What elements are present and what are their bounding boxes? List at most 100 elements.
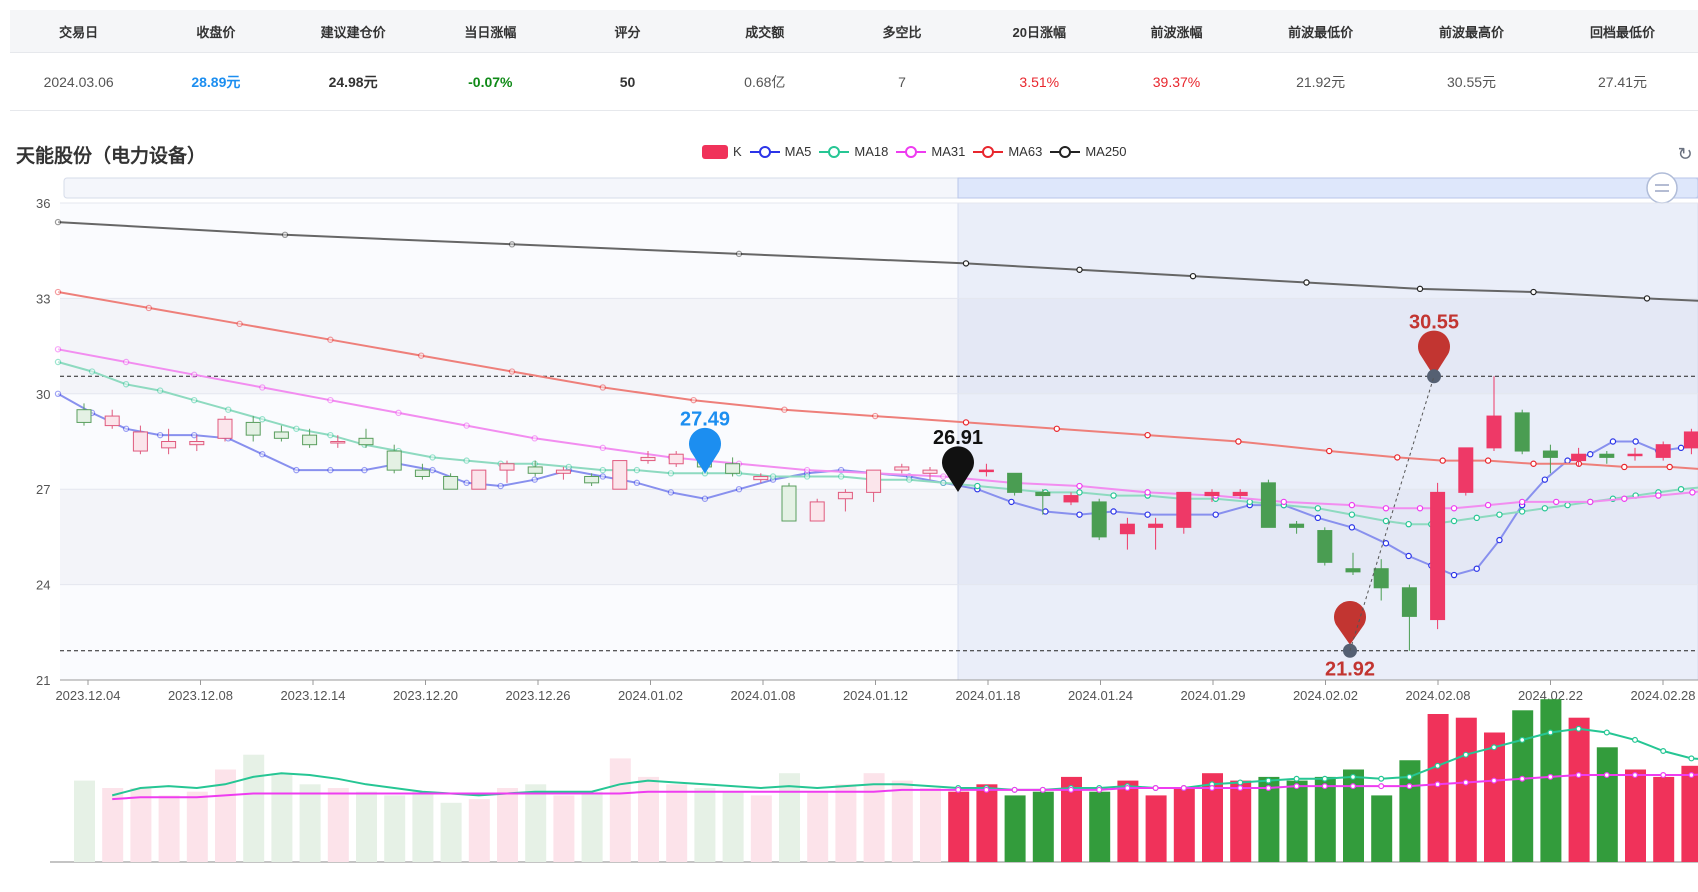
ma-point — [54, 288, 62, 296]
volume-bar — [1596, 747, 1618, 862]
ma-point — [1212, 511, 1219, 518]
ma-point — [236, 320, 243, 328]
ma-point — [145, 304, 152, 312]
ma-point — [1473, 565, 1480, 572]
ma-point — [1666, 463, 1673, 471]
ma-point — [1439, 457, 1446, 464]
candle-body — [527, 466, 543, 474]
ma-point — [701, 495, 709, 502]
ma-point — [1564, 501, 1571, 509]
price-marker-label: 30.55 — [1409, 311, 1459, 333]
candle-body — [725, 463, 741, 474]
volume-ma-point — [1519, 775, 1526, 782]
volume-bar — [384, 795, 406, 862]
ma-point — [1348, 524, 1356, 531]
volume-ma-point — [1208, 784, 1215, 791]
candle-body — [132, 431, 148, 452]
ma-point — [1042, 508, 1049, 515]
ma-point — [259, 416, 266, 423]
volume-bar — [1032, 791, 1054, 862]
candle-body — [330, 441, 346, 444]
candle-body — [1571, 453, 1587, 462]
volume-ma-point — [1349, 783, 1356, 790]
volume-ma-point — [1490, 777, 1497, 784]
volume-bar — [1089, 791, 1111, 862]
volume-ma-point — [1237, 784, 1244, 791]
ma-point — [508, 241, 516, 248]
zoom-slider-window — [957, 177, 1698, 199]
volume-bar — [1484, 732, 1505, 862]
ma-point — [1280, 498, 1288, 506]
volume-ma-point — [1011, 786, 1018, 793]
ma-point — [565, 463, 572, 471]
ma-point — [1689, 489, 1696, 496]
candle-body — [1204, 491, 1220, 497]
ma-point — [1076, 489, 1083, 496]
ma-point — [1632, 438, 1639, 445]
y-tick-label: 21 — [36, 673, 50, 688]
candle-body — [1260, 482, 1276, 528]
candle-body — [640, 456, 656, 462]
ma-point — [327, 466, 334, 474]
volume-bar — [412, 791, 434, 862]
candle-body — [358, 437, 374, 446]
ma-point — [1144, 431, 1151, 439]
ma-point — [1541, 505, 1549, 512]
candle-body — [161, 441, 177, 449]
ma-point — [293, 466, 300, 474]
ma-point — [1348, 511, 1356, 518]
candle-body — [104, 415, 120, 427]
x-tick-label: 2024.01.02 — [618, 688, 683, 703]
ma-point — [1076, 482, 1083, 490]
ma-point — [1314, 514, 1322, 522]
volume-bar — [1117, 780, 1139, 862]
x-tick-label: 2023.12.26 — [505, 688, 570, 703]
volume-bar — [722, 791, 744, 862]
candle-body — [443, 475, 459, 490]
candle-body — [273, 431, 289, 439]
volume-bar — [1173, 788, 1195, 862]
candle-body — [1486, 415, 1502, 449]
ma-point — [1677, 444, 1685, 452]
volume-ma-point — [1519, 736, 1526, 743]
candle-body — [499, 463, 515, 471]
ma-point — [1518, 508, 1526, 515]
ma-point — [1110, 508, 1117, 515]
x-tick-label: 2023.12.20 — [393, 688, 458, 703]
volume-ma-point — [1237, 779, 1244, 786]
candle-body — [894, 466, 910, 471]
volume-bar — [1653, 776, 1675, 862]
volume-bar — [440, 802, 462, 862]
volume-ma-point — [1462, 751, 1469, 758]
ma-point — [156, 387, 164, 394]
candle-body — [302, 434, 318, 446]
candle-body — [1289, 523, 1305, 528]
candle-body — [1599, 453, 1615, 458]
ma-point — [962, 260, 970, 267]
ma-point — [327, 336, 334, 343]
volume-ma-point — [1575, 725, 1582, 732]
price-marker-label: 26.91 — [933, 427, 983, 449]
candle-body — [76, 409, 92, 423]
ma-point — [1382, 517, 1390, 525]
ma-point — [1484, 501, 1492, 509]
ma-point — [837, 473, 845, 480]
ma-point — [54, 346, 62, 353]
volume-bar — [694, 788, 716, 862]
volume-ma-point — [1688, 772, 1695, 779]
candle-body — [1627, 453, 1643, 457]
ma-point — [599, 384, 607, 391]
volume-bar — [356, 791, 377, 862]
ma-point — [293, 425, 300, 432]
volume-bar — [327, 788, 349, 862]
ma-point — [225, 406, 232, 413]
ma-point — [463, 457, 470, 464]
candle-body — [1430, 491, 1446, 621]
candle-body — [1148, 523, 1164, 528]
candle-body — [837, 491, 853, 500]
ma-point — [190, 371, 198, 378]
candle-body — [978, 469, 994, 473]
y-tick-label: 27 — [36, 482, 50, 497]
ma-point — [1496, 536, 1503, 544]
candle-body — [414, 469, 430, 477]
